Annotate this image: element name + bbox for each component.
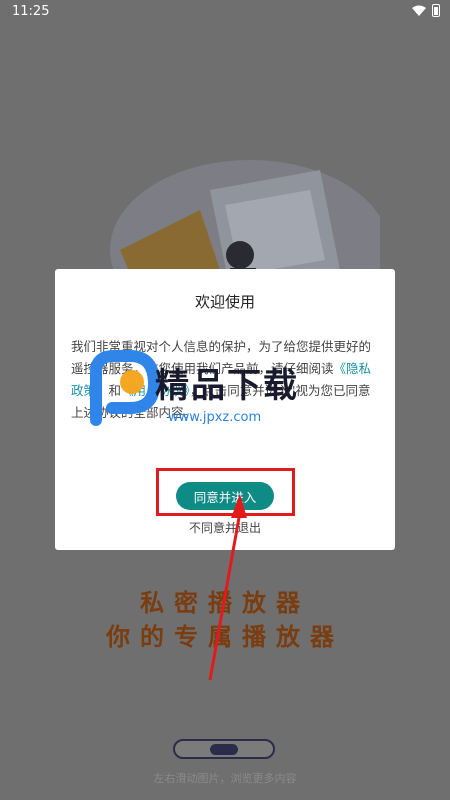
dialog-title: 欢迎使用 — [194, 293, 255, 311]
battery-icon — [432, 4, 440, 17]
page-indicator-knob — [210, 744, 238, 755]
wifi-icon — [412, 5, 426, 16]
watermark-text: 精品下载 — [155, 366, 299, 406]
arrow-icon — [208, 494, 247, 681]
swipe-hint: 左右滑动图片，浏览更多内容 — [153, 772, 297, 785]
page-indicator[interactable] — [173, 739, 275, 759]
status-icons — [412, 4, 440, 17]
status-time: 11:25 — [12, 4, 50, 19]
watermark-url: www.jpxz.com — [168, 410, 262, 425]
status-bar: 11:25 — [0, 0, 450, 24]
